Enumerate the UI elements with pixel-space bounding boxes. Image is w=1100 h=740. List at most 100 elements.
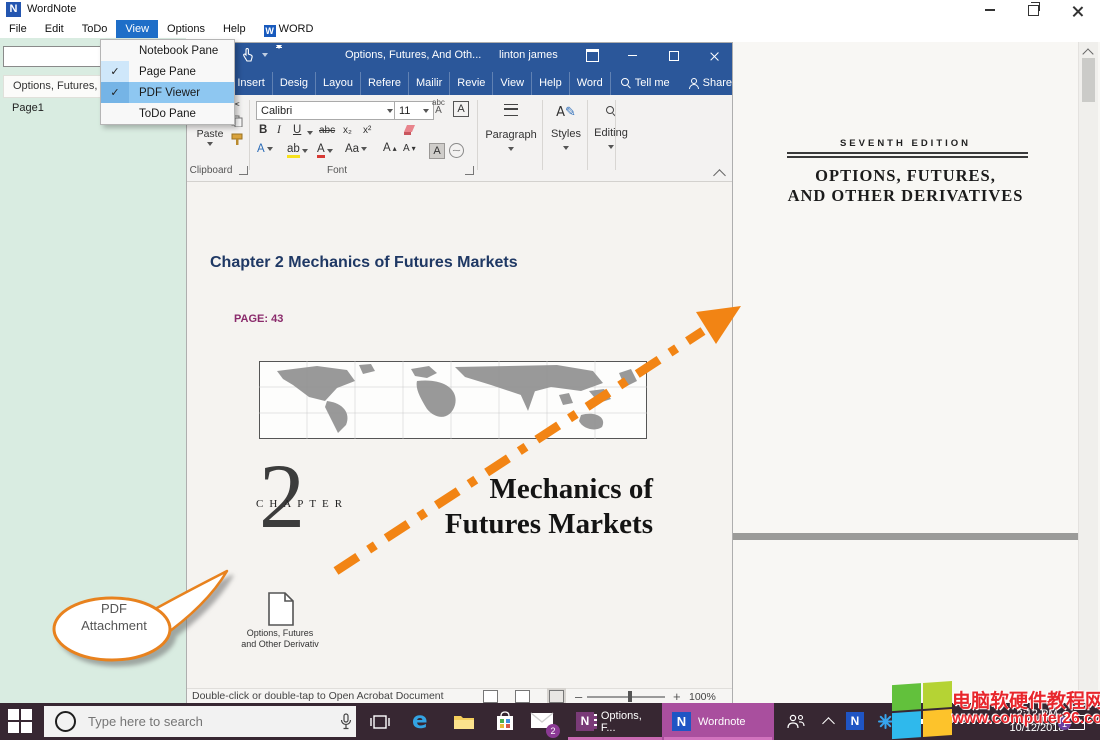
callout-text: PDF Attachment [54,600,174,634]
editing-group-button[interactable]: Editing [591,103,631,149]
word-logo-icon: W [264,25,276,37]
tab-mailings[interactable]: Mailir [409,72,450,95]
volume-icon[interactable] [920,715,936,728]
tab-word[interactable]: Word [570,72,611,95]
collapse-ribbon-icon[interactable] [713,169,726,182]
wordnote-close-button[interactable] [1062,2,1092,18]
menu-view[interactable]: View [116,20,158,38]
share-button[interactable]: Share [678,72,740,95]
font-size-combo[interactable]: 11 [394,101,434,120]
tab-layout[interactable]: Layou [316,72,361,95]
action-center-button[interactable]: 1 [1068,715,1085,730]
italic-button[interactable]: I [277,124,281,136]
search-icon [621,78,631,88]
character-border-button[interactable]: A [453,101,469,117]
pdf-edition-text: SEVENTH EDITION [733,138,1078,149]
menu-file[interactable]: File [0,20,36,38]
clipboard-dialog-launcher[interactable] [239,166,248,175]
menu-word[interactable]: WWORD [255,20,323,38]
wordnote-titlebar: N WordNote [0,0,1100,20]
people-button[interactable] [786,714,806,729]
menu-item-pdf-viewer[interactable]: ✓ PDF Viewer [101,82,234,103]
styles-group-button[interactable]: A✎ Styles [547,103,585,150]
menu-options[interactable]: Options [158,20,214,38]
zoom-slider-thumb[interactable] [628,691,632,702]
shrink-font-button[interactable]: A▾ [403,143,416,154]
start-button[interactable] [8,709,33,734]
word-document-canvas[interactable]: Chapter 2 Mechanics of Futures Markets P… [187,182,732,688]
strikethrough-button[interactable]: abc [319,125,335,136]
tray-settings-sync-icon[interactable] [878,714,893,729]
phonetic-guide-button[interactable]: abcA [432,99,445,115]
menu-item-page-pane[interactable]: ✓ Page Pane [101,61,234,82]
word-restore-button[interactable] [661,47,687,64]
tab-view[interactable]: View [493,72,532,95]
doc-page-label: PAGE: 43 [234,313,283,325]
read-mode-button[interactable] [483,690,498,703]
zoom-percentage[interactable]: 100% [689,691,716,703]
qat-customize-icon[interactable] [276,47,282,63]
doc-chapter-heading: Chapter 2 Mechanics of Futures Markets [210,254,518,272]
zoom-out-button[interactable]: – [575,689,582,704]
bold-button[interactable]: B [259,124,267,136]
pdf-attachment-icon[interactable] [267,592,295,626]
text-effects-button[interactable]: A [257,143,273,155]
tab-insert[interactable]: Insert [230,72,273,95]
menu-edit[interactable]: Edit [36,20,73,38]
ms-store-button[interactable] [495,711,515,732]
word-account-name[interactable]: linton james [499,49,558,61]
word-close-button[interactable] [701,47,727,64]
menu-todo[interactable]: ToDo [73,20,117,38]
print-layout-button[interactable] [515,690,530,703]
subscript-button[interactable]: x₂ [343,125,352,136]
check-gutter [101,40,129,61]
format-painter-button[interactable] [231,133,244,146]
highlight-button[interactable]: ab [287,143,308,158]
taskbar-wordnote-button[interactable]: N Wordnote [662,703,774,740]
zoom-slider[interactable] [587,696,665,698]
edge-browser-button[interactable]: e [412,708,428,734]
scrollbar-thumb[interactable] [1082,58,1095,102]
file-explorer-button[interactable] [453,713,475,730]
underline-button[interactable]: U [293,124,301,136]
menu-help[interactable]: Help [214,20,255,38]
language-indicator[interactable]: ENG [944,714,967,726]
microphone-icon[interactable] [340,713,352,730]
grow-font-button[interactable]: A▴ [383,142,397,154]
wordnote-minimize-button[interactable] [975,2,1005,18]
touch-mode-icon[interactable] [241,48,254,62]
sidebar-page-item[interactable]: Page1 [12,102,44,114]
change-case-button[interactable]: Aa [345,143,367,155]
pdf-viewer-panel: SEVENTH EDITION OPTIONS, FUTURES, AND OT… [733,42,1100,703]
wordnote-restore-button[interactable] [1018,2,1048,18]
word-minimize-button[interactable] [619,47,645,64]
font-name-combo[interactable]: Calibri [256,101,398,120]
clear-formatting-icon[interactable] [403,123,417,137]
font-color-button[interactable]: A [317,143,333,158]
tray-wordnote-icon[interactable]: N [846,712,864,730]
tell-me-box[interactable]: Tell me [611,72,678,95]
mail-button[interactable]: 2 [530,712,554,734]
tray-overflow-chevron[interactable] [822,717,835,730]
web-layout-button[interactable] [549,690,564,703]
ribbon-display-options-button[interactable] [579,47,605,64]
zoom-in-button[interactable]: + [673,689,681,704]
superscript-button[interactable]: x² [363,125,371,136]
pdf-scrollbar[interactable] [1078,42,1098,703]
underline-dropdown-icon[interactable] [307,131,313,135]
touch-mode-dropdown-icon[interactable] [262,53,268,57]
tab-references[interactable]: Refere [361,72,409,95]
paragraph-group-button[interactable]: Paragraph [483,103,539,151]
taskbar-search[interactable] [44,706,356,737]
font-dialog-launcher[interactable] [465,166,474,175]
task-view-button[interactable] [370,714,390,730]
taskbar-onenote-button[interactable]: N Options, F... [566,703,666,740]
search-input[interactable] [86,713,310,730]
tab-review[interactable]: Revie [450,72,493,95]
enclose-characters-button[interactable]: ⁓ [449,143,464,158]
tab-help[interactable]: Help [532,72,570,95]
menu-item-notebook-pane[interactable]: Notebook Pane [101,40,234,61]
menu-item-todo-pane[interactable]: ToDo Pane [101,103,234,124]
tab-design[interactable]: Desig [273,72,316,95]
shading-button[interactable]: A [429,143,445,159]
